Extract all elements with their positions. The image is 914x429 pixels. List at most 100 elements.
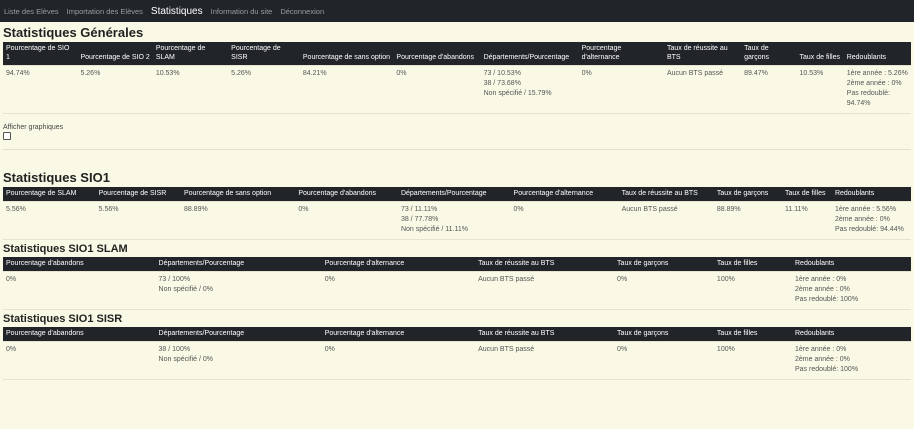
column-header: Taux de garçons bbox=[744, 45, 770, 62]
column-header: Pourcentage de sans option bbox=[183, 190, 272, 198]
cell-value: Non spécifié / 0% bbox=[158, 355, 214, 363]
table-row: 5.56% 5.56% 88.89% 0% 73 / 11.11% 38 / 77.78%… bbox=[3, 200, 911, 240]
column-header: Pourcentage d'abandons bbox=[6, 330, 84, 338]
column-header: Pourcentage d'abandons bbox=[298, 190, 376, 198]
cell-value: 94.74% bbox=[846, 100, 871, 108]
general-stats-title: Statistiques Générales bbox=[3, 25, 144, 40]
column-header: Pourcentage de SIO 2 bbox=[80, 54, 150, 62]
cell-value: Pas redoublé: 94.44% bbox=[834, 226, 904, 234]
table-cell: 0% bbox=[614, 340, 714, 380]
cell-value: 73 / 10.53% bbox=[483, 69, 521, 77]
cell-value: 38 / 100% bbox=[158, 345, 191, 353]
cell-value: 94.74% bbox=[6, 69, 30, 77]
column-header: Taux de réussite au BTS bbox=[666, 45, 728, 62]
column-header: Redoublants bbox=[795, 260, 835, 268]
cell-value: 1ère année : 5.56% bbox=[834, 205, 897, 213]
cell-value: 100% bbox=[716, 275, 735, 283]
cell-value: 38 / 73.68% bbox=[483, 80, 521, 88]
cell-value: 0% bbox=[581, 69, 592, 77]
column-header: Pourcentage de SIO 1 bbox=[6, 45, 70, 62]
cell-value: 89.47% bbox=[744, 69, 768, 77]
sio1-sisr-stats-table: Pourcentage d'abandons Départements/Pourc… bbox=[3, 327, 911, 380]
sio1-sisr-stats-title: Statistiques SIO1 SISR bbox=[3, 313, 123, 326]
nav-link-statistiques[interactable]: Statistiques bbox=[151, 6, 203, 17]
table-header-row: Pourcentage d'abandons Départements/Pourc… bbox=[3, 257, 911, 272]
table-cell: Aucun BTS passé bbox=[475, 270, 615, 310]
graphs-toggle: Afficher graphiques bbox=[3, 124, 911, 141]
cell-value: Non spécifié / 11.11% bbox=[400, 226, 469, 234]
column-header: Pourcentage d'alternance bbox=[513, 190, 594, 198]
column-header: Départements/Pourcentage bbox=[400, 190, 487, 198]
cell-value: Pas redoublé: 100% bbox=[795, 296, 859, 304]
cell-value: 1ère année : 5.26% bbox=[846, 69, 908, 77]
cell-value: 88.89% bbox=[716, 205, 741, 213]
cell-value: 0% bbox=[617, 275, 628, 283]
cell-value: 0% bbox=[324, 275, 335, 283]
column-header: Pourcentage de SLAM bbox=[155, 45, 206, 62]
nav-link-information-site[interactable]: Information du site bbox=[211, 7, 273, 16]
graphs-toggle-label: Afficher graphiques bbox=[3, 124, 64, 132]
cell-value: 5.56% bbox=[98, 205, 119, 213]
cell-value: 0% bbox=[6, 345, 17, 353]
cell-value: 84.21% bbox=[302, 69, 327, 77]
cell-value: 1ère année : 0% bbox=[795, 345, 847, 353]
table-cell: 100% bbox=[713, 270, 792, 310]
cell-value: 0% bbox=[324, 345, 335, 353]
table-cell: 0% bbox=[393, 64, 481, 114]
table-cell: Aucun BTS passé bbox=[618, 200, 714, 240]
main-content: Statistiques Générales Pourcentage de SI… bbox=[0, 25, 914, 380]
cell-value: Aucun BTS passé bbox=[478, 345, 535, 353]
column-header: Taux de garçons bbox=[617, 330, 669, 338]
sio1-stats-title: Statistiques SIO1 bbox=[3, 170, 110, 186]
column-header: Pourcentage d'alternance bbox=[324, 330, 405, 338]
graphs-checkbox[interactable] bbox=[3, 132, 11, 141]
table-row: 0% 73 / 100% Non spécifié / 0% 0% Aucun BTS … bbox=[3, 270, 911, 310]
table-cell: 0% bbox=[3, 340, 156, 380]
nav-link-deconnexion[interactable]: Déconnexion bbox=[280, 7, 324, 16]
cell-value: Pas redoublé: bbox=[846, 90, 890, 98]
column-header: Pourcentage d'alternance bbox=[581, 45, 622, 62]
table-cell: 0% bbox=[321, 270, 476, 310]
table-cell: 88.89% bbox=[713, 200, 782, 240]
top-navbar: Liste des Elèves Importation des Elèves … bbox=[0, 0, 914, 22]
cell-value: Aucun BTS passé bbox=[621, 205, 678, 213]
column-header: Taux de réussite au BTS bbox=[478, 260, 555, 268]
column-header: Départements/Pourcentage bbox=[483, 54, 570, 62]
cell-value: 0% bbox=[617, 345, 628, 353]
cell-value: 10.53% bbox=[799, 69, 824, 77]
column-header: Pourcentage de SISR bbox=[98, 190, 167, 198]
cell-value: Pas redoublé: 100% bbox=[795, 365, 859, 373]
nav-link-importation-eleves[interactable]: Importation des Elèves bbox=[67, 7, 143, 16]
cell-value: 5.26% bbox=[80, 69, 101, 77]
table-header-row: Pourcentage de SIO 1 Pourcentage de SIO 2… bbox=[3, 42, 911, 66]
table-cell: 38 / 100% Non spécifié / 0% bbox=[155, 340, 322, 380]
table-cell: 0% bbox=[3, 270, 156, 310]
table-cell: 73 / 11.11% 38 / 77.78% Non spécifié / 11.… bbox=[397, 200, 511, 240]
cell-value: 73 / 100% bbox=[158, 275, 191, 283]
column-header: Pourcentage de SISR bbox=[231, 45, 281, 62]
column-header: Taux de filles bbox=[785, 190, 826, 198]
table-cell: 94.74% bbox=[3, 64, 78, 114]
table-cell: 5.56% bbox=[3, 200, 96, 240]
column-header: Taux de filles bbox=[716, 260, 758, 268]
column-header: Redoublants bbox=[846, 54, 887, 62]
table-cell: 11.11% bbox=[782, 200, 832, 240]
column-header: Redoublants bbox=[795, 330, 835, 338]
column-header: Taux de réussite au BTS bbox=[621, 190, 698, 198]
table-cell: 0% bbox=[614, 270, 714, 310]
cell-value: 88.89% bbox=[183, 205, 208, 213]
table-cell: 5.26% bbox=[228, 64, 300, 114]
column-header: Pourcentage de SLAM bbox=[6, 190, 77, 198]
cell-value: Aucun BTS passé bbox=[666, 69, 723, 77]
table-cell: 10.53% bbox=[152, 64, 229, 114]
table-cell: 5.26% bbox=[77, 64, 153, 114]
table-header-row: Pourcentage d'abandons Départements/Pourc… bbox=[3, 327, 911, 342]
table-cell: 1ère année : 5.56% 2ème année : 0% Pas red… bbox=[831, 200, 911, 240]
cell-value: 0% bbox=[6, 275, 17, 283]
table-row: 0% 38 / 100% Non spécifié / 0% 0% Aucun BTS … bbox=[3, 340, 911, 380]
cell-value: 2ème année : 0% bbox=[795, 285, 850, 293]
cell-value: Non spécifié / 15.79% bbox=[483, 90, 552, 98]
table-cell: 0% bbox=[295, 200, 398, 240]
cell-value: 11.11% bbox=[785, 205, 808, 213]
nav-link-liste-eleves[interactable]: Liste des Elèves bbox=[4, 7, 59, 16]
